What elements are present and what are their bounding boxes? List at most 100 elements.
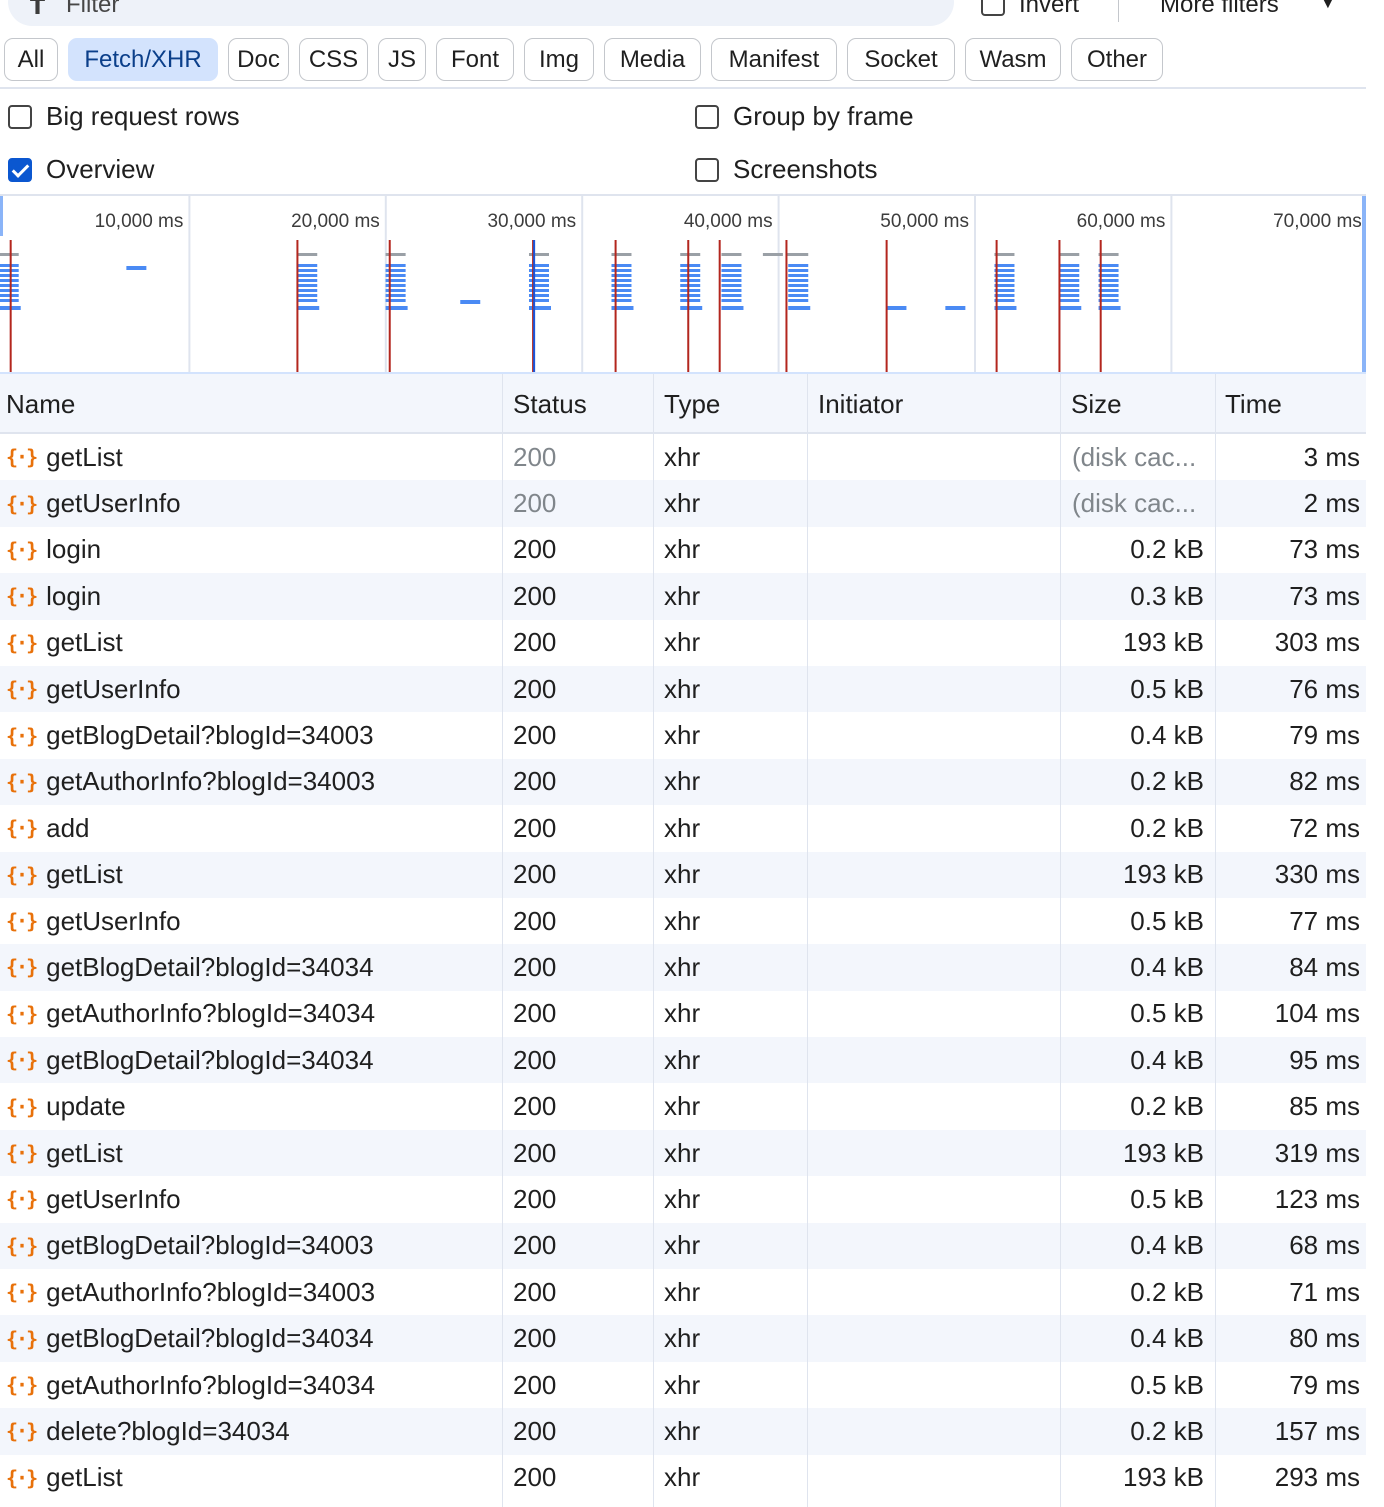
network-overview[interactable]: 10,000 ms 20,000 ms 30,000 ms 40,000 ms 50,0… (0, 196, 1366, 374)
size-cell: 0.4 kB (1130, 951, 1204, 982)
initiator-cell (818, 1362, 1054, 1408)
size-cell: 0.5 kB (1130, 673, 1204, 704)
filter-chip-other[interactable]: Other (1071, 38, 1163, 81)
request-name-cell[interactable]: {·} getUserInfo (6, 666, 496, 712)
overview-checkbox[interactable] (8, 157, 32, 182)
table-row[interactable]: {·} getUserInfo 200 xhr 0.5 kB 123 ms (0, 1176, 1366, 1222)
caret-down-icon[interactable]: ▼ (1318, 0, 1338, 14)
filter-chip-img[interactable]: Img (524, 38, 594, 81)
column-header-size[interactable]: Size (1065, 374, 1215, 434)
column-divider[interactable] (502, 374, 503, 1507)
scrollbar-track[interactable] (1366, 0, 1384, 1507)
table-row[interactable]: {·} getUserInfo 200 xhr (disk cac... 2 ms (0, 480, 1366, 527)
request-name-cell[interactable]: {·} getList (6, 852, 496, 898)
initiator-cell (818, 944, 1054, 990)
filter-chip-font[interactable]: Font (436, 38, 514, 81)
table-row[interactable]: {·} update 200 xhr 0.2 kB 85 ms (0, 1083, 1366, 1129)
overview-option[interactable]: Overview (8, 154, 154, 185)
table-row[interactable]: {·} getList 200 xhr 193 kB 319 ms (0, 1129, 1366, 1177)
group-by-frame-option[interactable]: Group by frame (695, 101, 914, 132)
table-row[interactable]: {·} getAuthorInfo?blogId=34003 200 xhr 0.2 k… (0, 1269, 1366, 1315)
type-cell: xhr (664, 534, 701, 565)
column-header-time[interactable]: Time (1219, 374, 1365, 434)
type-cell: xhr (664, 1323, 701, 1354)
request-name-cell[interactable]: {·} getList (6, 1130, 496, 1176)
filter-chip-manifest[interactable]: Manifest (711, 38, 837, 81)
overview-request-bar (1059, 274, 1080, 277)
group-by-frame-checkbox[interactable] (695, 104, 719, 129)
filter-chip-js[interactable]: JS (378, 38, 426, 81)
request-name-cell[interactable]: {·} getUserInfo (6, 480, 496, 526)
table-row[interactable]: {·} getList 200 xhr 193 kB 303 ms (0, 620, 1366, 666)
column-header-name[interactable]: Name (0, 374, 502, 434)
table-row[interactable]: {·} add 200 xhr 0.2 kB 72 ms (0, 805, 1366, 851)
table-row[interactable]: {·} getAuthorInfo?blogId=34003 200 xhr 0.2 k… (0, 758, 1366, 806)
filter-chip-wasm[interactable]: Wasm (965, 38, 1061, 81)
request-name-cell[interactable]: {·} getBlogDetail?blogId=34003 (6, 712, 496, 758)
column-divider[interactable] (1060, 374, 1061, 1507)
request-name-cell[interactable]: {·} getBlogDetail?blogId=34034 (6, 944, 496, 990)
request-name-cell[interactable]: {·} getUserInfo (6, 1176, 496, 1222)
column-divider[interactable] (1215, 374, 1216, 1507)
invert-label[interactable]: Invert (1019, 0, 1079, 19)
request-name-cell[interactable]: {·} getBlogDetail?blogId=34034 (6, 1315, 496, 1361)
invert-checkbox[interactable] (981, 0, 1005, 16)
overview-request-bar (680, 294, 701, 297)
request-name-cell[interactable]: {·} getAuthorInfo?blogId=34034 (6, 1362, 496, 1408)
table-row[interactable]: {·} getBlogDetail?blogId=34003 200 xhr 0.4 k… (0, 1222, 1366, 1270)
table-row[interactable]: {·} login 200 xhr 0.2 kB 73 ms (0, 527, 1366, 573)
column-divider[interactable] (807, 374, 808, 1507)
table-row[interactable]: {·} getBlogDetail?blogId=34034 200 xhr 0.4 k… (0, 1037, 1366, 1084)
column-header-status[interactable]: Status (507, 374, 653, 434)
big-request-rows-option[interactable]: Big request rows (8, 101, 240, 132)
big-request-rows-checkbox[interactable] (8, 104, 32, 129)
filter-input[interactable] (66, 0, 866, 20)
table-row[interactable]: {·} delete?blogId=34034 200 xhr 0.2 kB 157 ms (0, 1408, 1366, 1455)
table-row[interactable]: {·} getUserInfo 200 xhr 0.5 kB 77 ms (0, 898, 1366, 944)
request-name-cell[interactable]: {·} update (6, 1083, 496, 1129)
request-name-cell[interactable]: {·} getList (6, 620, 496, 666)
filter-chip-css[interactable]: CSS (299, 38, 368, 81)
request-name-cell[interactable]: {·} add (6, 805, 496, 851)
table-row[interactable]: {·} login 200 xhr 0.3 kB 73 ms (0, 573, 1366, 620)
table-row[interactable]: {·} getList 200 xhr (disk cac... 3 ms (0, 434, 1366, 480)
request-name-cell[interactable]: {·} getBlogDetail?blogId=34003 (6, 1223, 496, 1269)
xhr-braces-icon: {·} (6, 816, 38, 841)
overview-request-bar (680, 269, 701, 272)
more-filters-button[interactable]: More filters (1160, 0, 1279, 19)
table-row[interactable]: {·} getBlogDetail?blogId=34034 200 xhr 0.4 k… (0, 1315, 1366, 1362)
filter-chip-all[interactable]: All (4, 38, 58, 81)
table-row[interactable]: {·} getList 200 xhr 193 kB 330 ms (0, 851, 1366, 898)
request-name-cell[interactable]: {·} delete?blogId=34034 (6, 1408, 496, 1454)
request-name-cell[interactable]: {·} getBlogDetail?blogId=34034 (6, 1037, 496, 1083)
screenshots-option[interactable]: Screenshots (695, 154, 878, 185)
filter-chip-socket[interactable]: Socket (847, 38, 955, 81)
request-name-cell[interactable]: {·} getUserInfo (6, 898, 496, 944)
column-header-initiator[interactable]: Initiator (812, 374, 1060, 434)
screenshots-checkbox[interactable] (695, 157, 719, 182)
overview-request-bar (1059, 264, 1080, 267)
filter-chip-doc[interactable]: Doc (228, 38, 289, 81)
table-row[interactable]: {·} getAuthorInfo?blogId=34034 200 xhr 0.5 k… (0, 991, 1366, 1037)
table-row[interactable]: {·} getList 200 xhr 193 kB 293 ms (0, 1455, 1366, 1501)
request-name-cell[interactable]: {·} login (6, 527, 496, 573)
request-name-cell[interactable]: {·} getList (6, 434, 496, 480)
status-cell: 200 (513, 580, 557, 611)
request-table: Name Status Type Initiator Size Time {·}… (0, 374, 1366, 1507)
status-cell: 200 (513, 627, 557, 658)
table-row[interactable]: {·} getBlogDetail?blogId=34034 200 xhr 0.4 k… (0, 944, 1366, 991)
request-name-cell[interactable]: {·} getAuthorInfo?blogId=34003 (6, 1269, 496, 1315)
filter-chip-fetch-xhr[interactable]: Fetch/XHR (68, 38, 218, 81)
request-name-cell[interactable]: {·} getAuthorInfo?blogId=34003 (6, 759, 496, 805)
status-cell: 200 (513, 1415, 557, 1446)
overview-waiting-bar (611, 253, 632, 256)
request-name-cell[interactable]: {·} getList (6, 1455, 496, 1501)
column-divider[interactable] (653, 374, 654, 1507)
column-header-type[interactable]: Type (658, 374, 808, 434)
table-row[interactable]: {·} getBlogDetail?blogId=34003 200 xhr 0.4 k… (0, 712, 1366, 758)
filter-chip-media[interactable]: Media (604, 38, 701, 81)
request-name-cell[interactable]: {·} login (6, 573, 496, 619)
request-name-cell[interactable]: {·} getAuthorInfo?blogId=34034 (6, 991, 496, 1037)
table-row[interactable]: {·} getAuthorInfo?blogId=34034 200 xhr 0.5 k… (0, 1362, 1366, 1408)
table-row[interactable]: {·} getUserInfo 200 xhr 0.5 kB 76 ms (0, 665, 1366, 713)
